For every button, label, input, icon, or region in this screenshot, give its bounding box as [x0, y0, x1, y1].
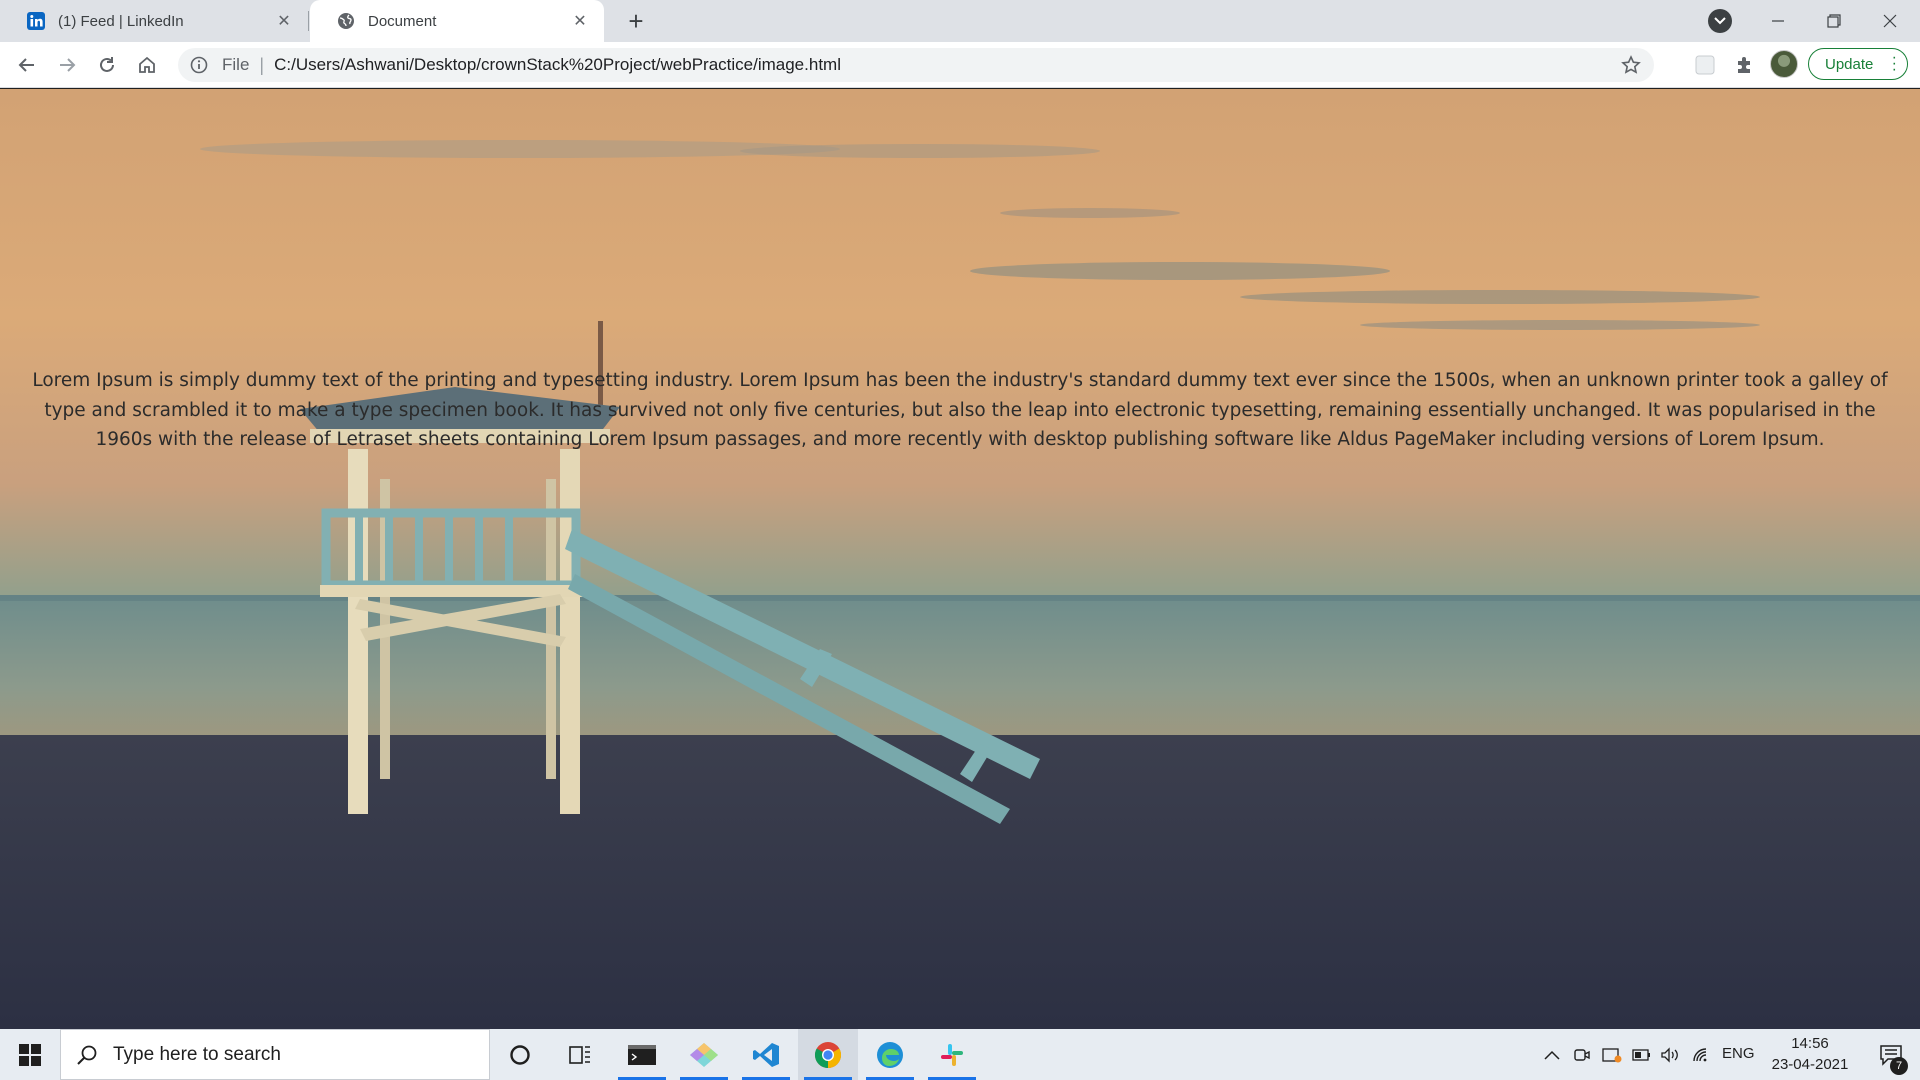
linkedin-icon [26, 11, 46, 31]
url-divider: | [259, 54, 265, 75]
forward-arrow-icon [60, 58, 76, 72]
clock-date: 23-04-2021 [1771, 1056, 1849, 1073]
close-window-button[interactable] [1862, 0, 1918, 42]
chrome-icon [814, 1041, 842, 1068]
taskbar-slack[interactable] [922, 1029, 982, 1080]
tab-divider [308, 11, 309, 31]
terminal-icon [628, 1044, 656, 1065]
search-placeholder: Type here to search [113, 1043, 281, 1065]
taskbar-git-client[interactable] [674, 1029, 734, 1080]
address-bar[interactable]: File | C:/Users/Ashwani/Desktop/crownSta… [178, 48, 1654, 82]
close-icon[interactable]: ✕ [274, 11, 294, 31]
back-button[interactable] [12, 50, 42, 80]
battery-icon[interactable] [1630, 1043, 1654, 1067]
globe-icon [336, 11, 356, 31]
taskbar-terminal[interactable] [612, 1029, 672, 1080]
taskbar-search-box[interactable]: Type here to search [60, 1029, 490, 1080]
puzzle-icon [1738, 57, 1750, 73]
vscode-icon [753, 1042, 779, 1067]
minimize-button[interactable] [1750, 0, 1806, 42]
tab-linkedin[interactable]: (1) Feed | LinkedIn ✕ [0, 0, 308, 42]
windows-taskbar: Type here to search ENG 14:56 23-04-2021… [0, 1029, 1920, 1080]
extensions-menu-button[interactable] [1730, 50, 1760, 80]
info-icon[interactable] [188, 54, 210, 76]
forward-button[interactable] [52, 50, 82, 80]
wifi-icon[interactable] [1690, 1043, 1714, 1067]
chevron-down-icon [1714, 17, 1726, 25]
tab-strip: (1) Feed | LinkedIn ✕ Document ✕ + [0, 0, 1920, 42]
browser-toolbar: File | C:/Users/Ashwani/Desktop/crownSta… [0, 42, 1920, 88]
security-tray-icon[interactable] [1600, 1043, 1624, 1067]
url-text[interactable]: C:/Users/Ashwani/Desktop/crownStack%20Pr… [274, 55, 841, 75]
back-arrow-icon [18, 58, 34, 72]
reload-icon [100, 57, 114, 72]
volume-icon[interactable] [1658, 1043, 1682, 1067]
close-icon[interactable]: ✕ [570, 11, 590, 31]
task-view-button[interactable] [550, 1029, 610, 1080]
update-label: Update [1825, 55, 1874, 73]
tab-title: (1) Feed | LinkedIn [58, 12, 184, 30]
bookmark-star-icon[interactable] [1620, 54, 1642, 76]
system-clock[interactable]: 14:56 23-04-2021 [1764, 1033, 1856, 1075]
restore-icon [1827, 14, 1841, 28]
chevron-up-icon [1544, 1050, 1560, 1060]
home-icon [139, 56, 155, 73]
update-button[interactable]: Update · · · [1808, 48, 1908, 80]
more-vert-icon: · · · [1891, 49, 1897, 78]
start-button[interactable] [0, 1029, 60, 1080]
restore-button[interactable] [1806, 0, 1862, 42]
cortana-icon [510, 1044, 530, 1065]
git-kraken-icon [690, 1042, 718, 1067]
close-icon [1883, 14, 1897, 28]
page-viewport: Lorem Ipsum is simply dummy text of the … [0, 89, 1920, 1029]
search-icon [75, 1043, 99, 1067]
beach-background-image [0, 89, 1920, 1029]
clock-time: 14:56 [1791, 1035, 1829, 1052]
taskbar-chrome[interactable] [798, 1029, 858, 1080]
url-scheme-label: File [222, 55, 250, 74]
cortana-button[interactable] [490, 1029, 550, 1080]
new-tab-button[interactable]: + [622, 7, 650, 35]
meet-now-icon[interactable] [1570, 1043, 1594, 1067]
tab-title: Document [368, 12, 437, 30]
reload-button[interactable] [92, 50, 122, 80]
profile-avatar[interactable] [1770, 50, 1798, 78]
home-button[interactable] [132, 50, 162, 80]
taskbar-vscode[interactable] [736, 1029, 796, 1080]
slack-icon [941, 1043, 963, 1066]
taskbar-edge[interactable] [860, 1029, 920, 1080]
extension-button[interactable] [1690, 50, 1720, 80]
lorem-paragraph: Lorem Ipsum is simply dummy text of the … [32, 370, 1888, 450]
windows-logo-icon [19, 1043, 41, 1066]
show-hidden-icons-button[interactable] [1540, 1043, 1564, 1067]
input-language[interactable]: ENG [1722, 1045, 1755, 1062]
notification-badge: 7 [1890, 1057, 1908, 1075]
minimize-icon [1772, 20, 1784, 22]
tab-document[interactable]: Document ✕ [310, 0, 604, 42]
extension-placeholder-icon [1695, 55, 1715, 75]
action-center-button[interactable]: 7 [1862, 1029, 1920, 1080]
tab-search-button[interactable] [1708, 9, 1732, 33]
task-view-icon [569, 1045, 590, 1064]
edge-icon [877, 1041, 903, 1068]
